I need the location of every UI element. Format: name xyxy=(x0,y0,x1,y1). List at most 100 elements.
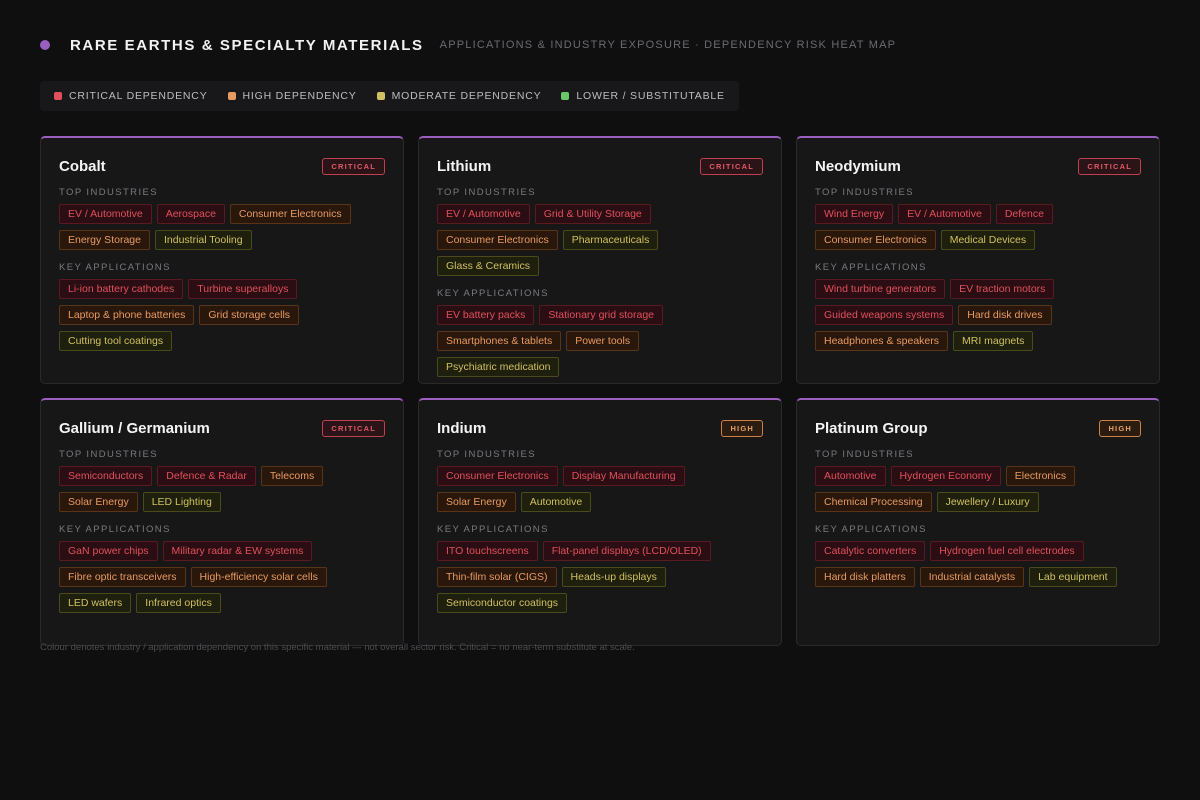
applications-label: KEY APPLICATIONS xyxy=(437,524,549,535)
legend-swatch-high-icon xyxy=(227,92,236,100)
application-tags: ITO touchscreens Flat-panel displays (LCD… xyxy=(437,541,763,613)
industry-tag: Automotive xyxy=(520,492,592,512)
risk-badge: CRITICAL xyxy=(322,157,385,175)
application-tag: Grid storage cells xyxy=(199,305,300,325)
application-tag: Psychiatric medication xyxy=(437,357,560,377)
legend-label: MODERATE DEPENDENCY xyxy=(391,90,542,102)
industry-tag: Aerospace xyxy=(156,204,225,224)
card-title: Gallium / Germanium xyxy=(59,419,210,437)
application-tag: Flat-panel displays (LCD/OLED) xyxy=(542,541,711,561)
application-tag: Smartphones & tablets xyxy=(437,331,562,351)
material-grid: Cobalt CRITICAL TOP INDUSTRIES EV / Automot… xyxy=(40,136,1160,646)
application-tag: Wind turbine generators xyxy=(815,279,946,299)
legend-swatch-critical-icon xyxy=(54,92,62,100)
industry-tags: EV / Automotive Grid & Utility Storage Con… xyxy=(437,204,763,276)
industry-tag: Defence xyxy=(995,204,1053,224)
industry-tag: EV / Automotive xyxy=(437,204,530,224)
legend: CRITICAL DEPENDENCY HIGH DEPENDENCY MODERA… xyxy=(40,81,739,111)
industries-label: TOP INDUSTRIES xyxy=(437,187,536,198)
industry-tag: Consumer Electronics xyxy=(437,230,558,250)
material-card: Lithium CRITICAL TOP INDUSTRIES EV / Automo… xyxy=(418,136,782,384)
application-tag: Fibre optic transceivers xyxy=(59,567,186,587)
legend-swatch-moderate-icon xyxy=(376,92,385,100)
legend-item-critical: CRITICAL DEPENDENCY xyxy=(54,90,208,102)
application-tag: Guided weapons systems xyxy=(815,305,954,325)
industries-label: TOP INDUSTRIES xyxy=(815,187,914,198)
application-tag: Semiconductor coatings xyxy=(437,593,568,613)
risk-badge: CRITICAL xyxy=(1078,157,1141,175)
application-tag: Laptop & phone batteries xyxy=(59,305,195,325)
industry-tags: Wind Energy EV / Automotive Defence Consume… xyxy=(815,204,1141,250)
material-card: Gallium / Germanium CRITICAL TOP INDUSTRIE… xyxy=(40,398,404,646)
material-card: Neodymium CRITICAL TOP INDUSTRIES Wind Ener… xyxy=(796,136,1160,384)
industry-tag: LED Lighting xyxy=(142,492,221,512)
card-header: Cobalt CRITICAL xyxy=(59,156,385,176)
application-tags: Li-ion battery cathodes Turbine superallo… xyxy=(59,279,385,351)
application-tag: LED wafers xyxy=(59,593,132,613)
industries-label: TOP INDUSTRIES xyxy=(437,449,536,460)
industry-tag: EV / Automotive xyxy=(898,204,991,224)
industry-tag: Energy Storage xyxy=(59,230,150,250)
industry-tag: Industrial Tooling xyxy=(154,230,252,250)
application-tag: Infrared optics xyxy=(136,593,221,613)
page: RARE EARTHS & SPECIALTY MATERIALS APPLIC… xyxy=(0,0,1200,800)
card-header: Neodymium CRITICAL xyxy=(815,156,1141,176)
industry-tags: Automotive Hydrogen Economy Electronics Che… xyxy=(815,466,1141,512)
application-tag: ITO touchscreens xyxy=(437,541,538,561)
material-card: Cobalt CRITICAL TOP INDUSTRIES EV / Automot… xyxy=(40,136,404,384)
industry-tag: Consumer Electronics xyxy=(815,230,936,250)
application-tag: Hydrogen fuel cell electrodes xyxy=(930,541,1084,561)
industries-label: TOP INDUSTRIES xyxy=(59,449,158,460)
applications-label: KEY APPLICATIONS xyxy=(815,262,927,273)
card-header: Indium HIGH xyxy=(437,418,763,438)
card-header: Lithium CRITICAL xyxy=(437,156,763,176)
header: RARE EARTHS & SPECIALTY MATERIALS APPLIC… xyxy=(40,36,896,54)
application-tag: Hard disk platters xyxy=(815,567,915,587)
industry-tag: Defence & Radar xyxy=(157,466,256,486)
application-tag: EV traction motors xyxy=(950,279,1055,299)
legend-label: HIGH DEPENDENCY xyxy=(242,90,357,102)
application-tag: Catalytic converters xyxy=(815,541,926,561)
legend-label: LOWER / SUBSTITUTABLE xyxy=(576,90,725,102)
industry-tag: Telecoms xyxy=(260,466,324,486)
industry-tag: Solar Energy xyxy=(437,492,516,512)
industry-tags: Semiconductors Defence & Radar Telecoms Sol… xyxy=(59,466,385,512)
applications-label: KEY APPLICATIONS xyxy=(59,262,171,273)
industry-tag: Consumer Electronics xyxy=(437,466,558,486)
application-tag: Industrial catalysts xyxy=(919,567,1025,587)
application-tag: High-efficiency solar cells xyxy=(190,567,327,587)
material-card: Indium HIGH TOP INDUSTRIES Consumer Electro… xyxy=(418,398,782,646)
industry-tag: Semiconductors xyxy=(59,466,153,486)
industry-tag: Jewellery / Luxury xyxy=(936,492,1039,512)
applications-label: KEY APPLICATIONS xyxy=(437,288,549,299)
application-tags: Wind turbine generators EV traction motor… xyxy=(815,279,1141,351)
industry-tag: EV / Automotive xyxy=(59,204,152,224)
industry-tag: Grid & Utility Storage xyxy=(534,204,651,224)
header-dot-icon xyxy=(40,40,50,50)
risk-badge: CRITICAL xyxy=(700,157,763,175)
card-header: Platinum Group HIGH xyxy=(815,418,1141,438)
industry-tag: Pharmaceuticals xyxy=(562,230,659,250)
application-tags: Catalytic converters Hydrogen fuel cell e… xyxy=(815,541,1141,587)
applications-label: KEY APPLICATIONS xyxy=(815,524,927,535)
footnote: Colour denotes industry / application de… xyxy=(40,642,635,653)
application-tag: Military radar & EW systems xyxy=(162,541,313,561)
industries-label: TOP INDUSTRIES xyxy=(59,187,158,198)
application-tag: Lab equipment xyxy=(1029,567,1117,587)
industry-tag: Electronics xyxy=(1005,466,1076,486)
card-title: Indium xyxy=(437,419,487,437)
application-tag: Heads-up displays xyxy=(561,567,666,587)
legend-item-moderate: MODERATE DEPENDENCY xyxy=(376,90,542,102)
industry-tag: Automotive xyxy=(815,466,886,486)
application-tags: EV battery packs Stationary grid storage S… xyxy=(437,305,763,377)
industry-tag: Medical Devices xyxy=(940,230,1036,250)
application-tag: Power tools xyxy=(566,331,640,351)
application-tag: Cutting tool coatings xyxy=(59,331,173,351)
application-tag: Turbine superalloys xyxy=(188,279,298,299)
application-tags: GaN power chips Military radar & EW syste… xyxy=(59,541,385,613)
card-header: Gallium / Germanium CRITICAL xyxy=(59,418,385,438)
legend-item-low: LOWER / SUBSTITUTABLE xyxy=(561,90,724,102)
page-title: RARE EARTHS & SPECIALTY MATERIALS xyxy=(70,36,424,54)
legend-swatch-low-icon xyxy=(561,92,570,100)
application-tag: Li-ion battery cathodes xyxy=(59,279,184,299)
